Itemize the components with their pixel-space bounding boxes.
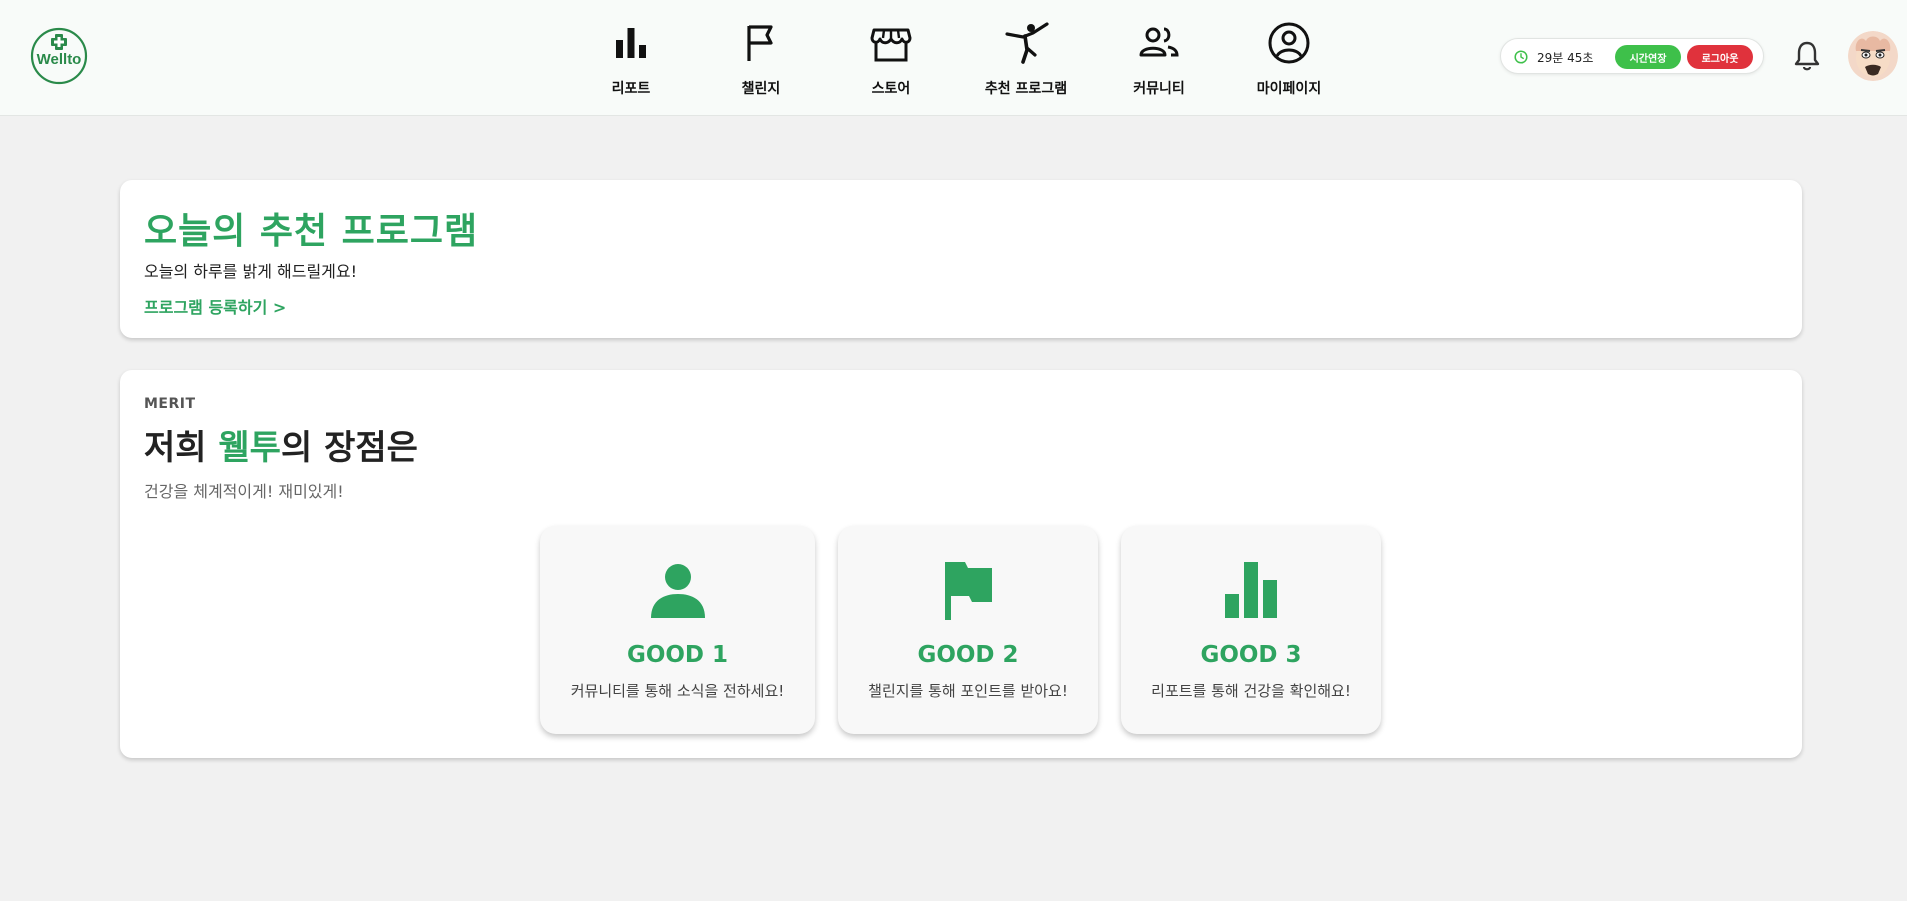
- register-program-link[interactable]: 프로그램 등록하기 >: [144, 294, 286, 318]
- avatar[interactable]: [1848, 31, 1898, 81]
- nav-label-report: 리포트: [611, 81, 651, 97]
- session-timer-box: 29분 45초 시간연장 로그아웃: [1500, 38, 1764, 74]
- good-card-2: GOOD 2 챌린지를 통해 포인트를 받아요!: [838, 526, 1098, 734]
- bell-icon[interactable]: [1792, 40, 1822, 72]
- session-timer: 29분 45초: [1537, 51, 1594, 65]
- merit-title-accent: 웰투: [218, 428, 281, 468]
- avatar-face-icon: [1848, 31, 1898, 81]
- nav-label-store: 스토어: [871, 81, 911, 97]
- merit-title-suffix: 의 장점은: [280, 428, 418, 468]
- nav-item-community[interactable]: 커뮤니티: [1094, 20, 1224, 106]
- merit-eyebrow: MERIT: [144, 396, 196, 412]
- merit-title: 저희 웰투의 장점은: [144, 420, 418, 469]
- nav-item-report[interactable]: 리포트: [566, 20, 696, 106]
- good-card-3: GOOD 3 리포트를 통해 건강을 확인해요!: [1121, 526, 1381, 734]
- good-card-title: GOOD 2: [917, 642, 1019, 668]
- merit-section: MERIT 저희 웰투의 장점은 건강을 체계적이게! 재미있게! GOOD 1…: [120, 370, 1802, 758]
- program-title: 오늘의 추천 프로그램: [144, 211, 479, 252]
- nav-item-mypage[interactable]: 마이페이지: [1224, 20, 1354, 106]
- nav-label-challenge: 챌린지: [741, 81, 781, 97]
- program-subtitle: 오늘의 하루를 밝게 해드릴게요!: [144, 262, 358, 281]
- nav-item-challenge[interactable]: 챌린지: [696, 20, 826, 106]
- good-card-title: GOOD 1: [626, 642, 729, 668]
- nav-item-recommended[interactable]: 추천 프로그램: [961, 20, 1091, 106]
- logout-button[interactable]: 로그아웃: [1687, 45, 1753, 69]
- store-icon: [870, 28, 912, 62]
- nav-label-community: 커뮤니티: [1133, 81, 1185, 97]
- flag-icon: [945, 562, 992, 620]
- people-icon: [1139, 27, 1179, 57]
- account-circle-icon: [1268, 22, 1310, 64]
- bar-chart-icon: [1225, 562, 1277, 618]
- nav-label-mypage: 마이페이지: [1256, 81, 1322, 97]
- nav-item-store[interactable]: 스토어: [826, 20, 956, 106]
- merit-title-prefix: 저희: [144, 428, 219, 468]
- good-card-desc: 커뮤니티를 통해 소식을 전하세요!: [570, 682, 785, 700]
- kick-person-icon: [1005, 22, 1049, 64]
- bar-chart-icon: [616, 28, 646, 58]
- good-card-title: GOOD 3: [1200, 642, 1302, 668]
- top-header: Wellto 리포트 챌린지 스토어 추천 프로그램 커뮤니티 마이페이지 29…: [0, 0, 1907, 116]
- good-card-desc: 리포트를 통해 건강을 확인해요!: [1151, 682, 1351, 700]
- good-card-desc: 챌린지를 통해 포인트를 받아요!: [868, 682, 1068, 700]
- recommended-program-card: 오늘의 추천 프로그램 오늘의 하루를 밝게 해드릴게요! 프로그램 등록하기 …: [120, 180, 1802, 338]
- extend-time-button[interactable]: 시간연장: [1615, 45, 1681, 69]
- merit-subtitle: 건강을 체계적이게! 재미있게!: [144, 482, 344, 501]
- good-card-1: GOOD 1 커뮤니티를 통해 소식을 전하세요!: [540, 526, 815, 734]
- nav-label-recommended: 추천 프로그램: [984, 81, 1068, 97]
- clock-icon: [1514, 50, 1528, 64]
- person-icon: [650, 564, 705, 618]
- flag-icon: [747, 25, 773, 61]
